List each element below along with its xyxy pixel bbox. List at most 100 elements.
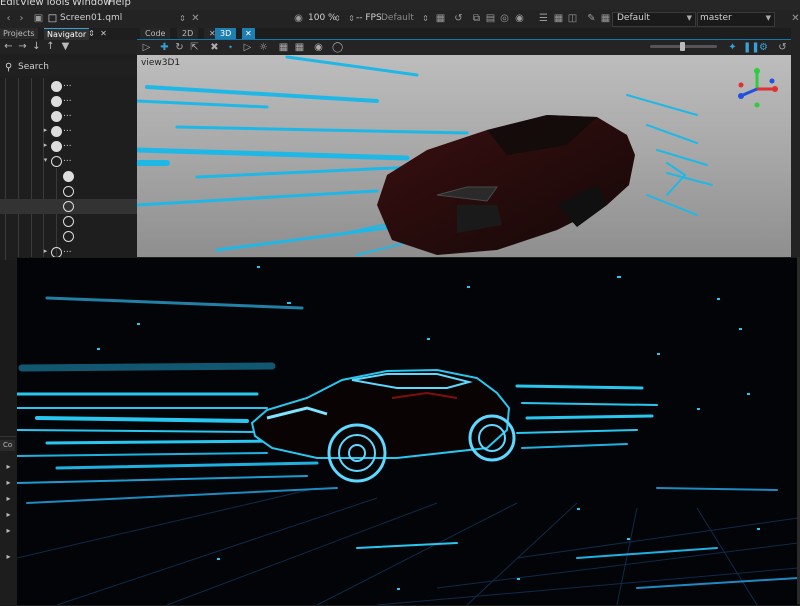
render-canvas: [17, 266, 798, 605]
arrow-left-icon[interactable]: ←: [3, 41, 14, 52]
material-icon: [63, 171, 74, 182]
tree-row-child[interactable]: [0, 184, 137, 199]
snap-grid-icon[interactable]: ▦: [278, 42, 289, 53]
orientation-gizmo: [738, 68, 778, 108]
node-icon: [51, 156, 62, 167]
expand-icon[interactable]: ▸: [3, 477, 14, 488]
chevron-down-icon: ▼: [765, 14, 771, 22]
component-icon[interactable]: ◎: [499, 13, 510, 24]
expand-icon[interactable]: ▸: [40, 140, 51, 151]
tree-row-child[interactable]: [0, 169, 137, 184]
expand-icon[interactable]: ▸: [3, 493, 14, 504]
edit-icon[interactable]: ✎: [586, 13, 597, 24]
filter-icon[interactable]: ▼: [60, 41, 71, 52]
view3d-toolbar: ▷ ✚ ↻ ⇱ ✖ ⋆ ▷ ☼ ▦ ▦ ◉ ◯ ✦ ❚❚ ⚙ ↺: [137, 39, 800, 56]
local-orientation-icon[interactable]: ⋆: [225, 42, 236, 53]
select-icon[interactable]: ▷: [141, 42, 152, 53]
pause-icon[interactable]: ❚❚: [743, 42, 760, 53]
tree-row-light[interactable]: ...: [0, 79, 137, 94]
render-preview-window[interactable]: [16, 257, 799, 606]
scene-editor-canvas: [137, 55, 778, 256]
visibility-icon[interactable]: ◉: [313, 42, 324, 53]
slider-handle[interactable]: [680, 42, 685, 51]
component-node-icon: [63, 216, 74, 227]
menu-window[interactable]: Window: [72, 0, 111, 8]
menu-view[interactable]: View: [20, 0, 44, 8]
floor-grid: [17, 487, 798, 605]
search-bar[interactable]: ⚲ Search: [0, 60, 137, 76]
expand-icon[interactable]: ▸: [3, 551, 14, 562]
settings-icon[interactable]: ⚙: [758, 42, 769, 53]
expand-icon[interactable]: ▸: [40, 246, 51, 257]
tree-row-node[interactable]: ▾ ...: [0, 154, 137, 169]
copy-icon[interactable]: ⧉: [471, 13, 482, 24]
edit-light-icon[interactable]: ▦: [294, 42, 305, 53]
back-icon[interactable]: ‹: [3, 13, 14, 24]
speed-slider[interactable]: [650, 42, 717, 51]
tree-row-light[interactable]: ...: [0, 109, 137, 124]
forward-icon[interactable]: ›: [16, 13, 27, 24]
view3d-viewport[interactable]: view3D1: [137, 55, 791, 260]
tab-connections[interactable]: Co: [0, 440, 16, 451]
lock-icon[interactable]: ▣: [33, 13, 44, 24]
tree-row-light[interactable]: ...: [0, 94, 137, 109]
model-icon: [51, 126, 62, 137]
arrow-up-icon[interactable]: ↑: [45, 41, 56, 52]
tree-row-child-selected[interactable]: [0, 199, 137, 214]
tree-row-child[interactable]: [0, 214, 137, 229]
expand-icon[interactable]: ▸: [40, 125, 51, 136]
zoom-icon[interactable]: ◉: [293, 13, 304, 24]
fit-icon[interactable]: ✖: [209, 42, 220, 53]
fps-value[interactable]: Default: [381, 13, 414, 23]
navigator-panel: Projects Navigator ⇕ ✕ ← → ↓ ↑ ▼ ⚲ Searc…: [0, 28, 137, 260]
scale-icon[interactable]: ⇱: [189, 42, 200, 53]
move-icon[interactable]: ✚: [159, 42, 170, 53]
light-toggle-icon[interactable]: ☼: [258, 42, 269, 53]
particles-icon[interactable]: ✦: [727, 42, 738, 53]
tab-navigator[interactable]: Navigator: [44, 28, 90, 40]
tree-row-model[interactable]: ▸ ...: [0, 124, 137, 139]
rotate-icon[interactable]: ↻: [174, 42, 185, 53]
menu-bar: Edit View Tools Window Help: [0, 0, 800, 10]
menu-edit[interactable]: Edit: [0, 0, 19, 8]
tree-row-child[interactable]: [0, 229, 137, 244]
reset-icon[interactable]: ↺: [453, 13, 464, 24]
tab-2d[interactable]: 2D: [177, 28, 199, 39]
close-icon[interactable]: ✕: [790, 13, 800, 24]
file-name[interactable]: Screen01.qml: [60, 13, 122, 23]
layout-icon[interactable]: ◫: [567, 13, 578, 24]
fps-caret-icon[interactable]: ⇕: [420, 13, 431, 24]
close-3d-tab-icon[interactable]: ✕: [242, 28, 255, 39]
background-icon[interactable]: ◯: [332, 42, 343, 53]
camera-icon[interactable]: ▷: [242, 42, 253, 53]
expand-icon[interactable]: ▸: [3, 509, 14, 520]
snap-icon[interactable]: ▦: [435, 13, 446, 24]
search-label[interactable]: Search: [18, 62, 49, 72]
panel-dropdown-icon[interactable]: ⇕: [86, 28, 97, 39]
paste-icon[interactable]: ▤: [485, 13, 496, 24]
tab-3d[interactable]: 3D: [215, 28, 237, 39]
tab-code[interactable]: Code: [140, 28, 171, 39]
close-file-icon[interactable]: ✕: [190, 13, 201, 24]
arrow-right-icon[interactable]: →: [17, 41, 28, 52]
branch-select[interactable]: master ▼: [697, 12, 775, 27]
grid-icon[interactable]: ▦: [553, 13, 564, 24]
collapse-icon[interactable]: ▾: [40, 155, 51, 166]
tree-row-model[interactable]: ▸ ...: [0, 139, 137, 154]
car-model: [377, 115, 635, 255]
file-icon: □: [47, 13, 58, 24]
expand-icon[interactable]: ▸: [3, 525, 14, 536]
live-preview-icon[interactable]: ◉: [514, 13, 525, 24]
zoom-dropdown-icon[interactable]: ⇕: [332, 13, 343, 24]
style-select[interactable]: Default ▼: [612, 12, 696, 27]
file-dropdown-icon[interactable]: ⇕: [177, 13, 188, 24]
menu-help[interactable]: Help: [108, 0, 131, 8]
arrow-down-icon[interactable]: ↓: [31, 41, 42, 52]
tab-projects[interactable]: Projects: [0, 28, 38, 39]
close-panel-icon[interactable]: ✕: [98, 28, 109, 39]
expand-icon[interactable]: ▸: [3, 461, 14, 472]
menu-tools[interactable]: Tools: [45, 0, 70, 8]
reset-view-icon[interactable]: ↺: [777, 42, 788, 53]
viewport-label: view3D1: [141, 58, 181, 68]
align-icon[interactable]: ☰: [538, 13, 549, 24]
